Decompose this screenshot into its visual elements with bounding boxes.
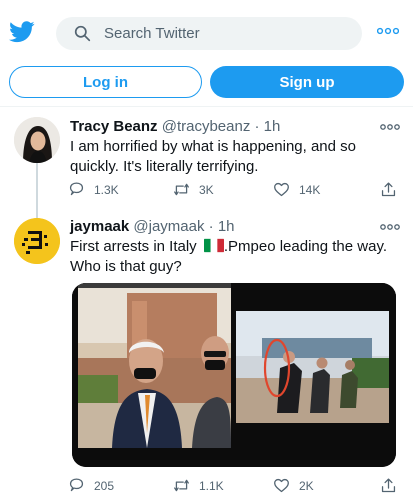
tweet-text: First arrests in Italy .Pmpeo leading th… xyxy=(70,238,388,275)
tweet-header: jaymaak @jaymaak · 1h xyxy=(70,218,235,235)
tweet-actions: 205 1.1K 2K xyxy=(68,477,398,495)
heart-icon xyxy=(274,478,289,493)
avatar[interactable] xyxy=(14,218,60,264)
like-count: 2K xyxy=(299,478,314,493)
more-dots-icon[interactable] xyxy=(380,223,400,231)
twitter-bird-icon[interactable] xyxy=(9,21,35,43)
share-icon xyxy=(381,478,396,493)
retweet-icon xyxy=(174,183,189,196)
like-button[interactable]: 14K xyxy=(273,181,320,198)
retweet-button[interactable]: 1.1K xyxy=(173,477,224,494)
more-dots-icon[interactable] xyxy=(380,123,400,131)
retweet-icon xyxy=(174,479,189,492)
italy-flag-icon xyxy=(203,238,224,253)
avatar[interactable] xyxy=(14,117,60,163)
heart-icon xyxy=(274,182,289,197)
retweet-button[interactable]: 3K xyxy=(173,181,214,198)
search-icon xyxy=(74,25,91,42)
share-button[interactable] xyxy=(380,181,406,198)
handle[interactable]: @jaymaak xyxy=(133,218,204,235)
tweet-media[interactable] xyxy=(72,283,396,467)
jaymaak-logo-icon xyxy=(14,218,60,264)
tweet-text: I am horrified by what is happening, and… xyxy=(70,138,357,175)
display-name[interactable]: jaymaak xyxy=(70,218,129,235)
thread-line xyxy=(36,163,38,218)
retweet-count: 3K xyxy=(199,182,214,197)
reply-icon xyxy=(69,182,84,196)
tweet-actions: 1.3K 3K 14K xyxy=(68,181,398,199)
display-name[interactable]: Tracy Beanz xyxy=(70,118,158,135)
more-dots-icon[interactable] xyxy=(377,26,399,36)
retweet-count: 1.1K xyxy=(199,478,224,493)
search-placeholder[interactable]: Search Twitter xyxy=(104,25,200,42)
share-button[interactable] xyxy=(380,477,406,494)
search-box[interactable]: Search Twitter xyxy=(56,17,362,50)
portrait-icon xyxy=(14,117,60,163)
timestamp[interactable]: 1h xyxy=(218,218,235,235)
handle[interactable]: @tracybeanz xyxy=(162,118,251,135)
reply-button[interactable]: 1.3K xyxy=(68,181,119,198)
reply-count: 205 xyxy=(94,478,115,493)
divider xyxy=(0,106,413,107)
reply-button[interactable]: 205 xyxy=(68,477,114,494)
share-icon xyxy=(381,182,396,197)
tweet-header: Tracy Beanz @tracybeanz · 1h xyxy=(70,118,281,135)
timestamp[interactable]: 1h xyxy=(264,118,281,135)
login-button[interactable]: Log in xyxy=(9,66,202,98)
media-image xyxy=(72,283,396,467)
reply-count: 1.3K xyxy=(94,182,119,197)
signup-button[interactable]: Sign up xyxy=(210,66,404,98)
reply-icon xyxy=(69,478,84,492)
like-count: 14K xyxy=(299,182,321,197)
like-button[interactable]: 2K xyxy=(273,477,314,494)
top-bar: Search Twitter xyxy=(0,0,413,64)
